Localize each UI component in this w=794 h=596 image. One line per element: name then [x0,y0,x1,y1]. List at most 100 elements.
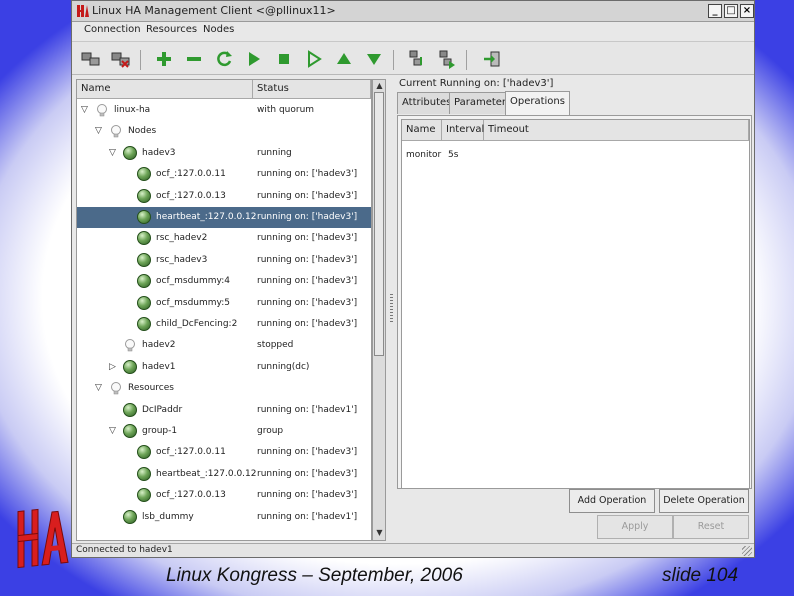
tree-row-status: running on: ['hadev1'] [257,511,358,522]
ops-header-name[interactable]: Name [402,120,442,141]
tree-row-status: running on: ['hadev3'] [257,169,358,180]
refresh-button[interactable] [213,48,235,70]
expander-open-icon[interactable]: ▽ [95,383,105,393]
tree-row-name: rsc_hadev2 [156,233,208,244]
exit-icon [484,51,500,67]
tree-row[interactable]: rsc_hadev3 running on: ['hadev3'] [77,250,371,271]
ops-header-timeout[interactable]: Timeout [484,120,749,141]
expander-open-icon[interactable]: ▽ [109,426,119,436]
tree-row[interactable]: ▽ Nodes [77,121,371,142]
add-button[interactable] [153,48,175,70]
resource-tree[interactable]: Name Status ▽ linux-ha with quorum ▽ Nodes ▽ h… [76,79,372,541]
title-bar[interactable]: Linux HA Management Client <@pllinux11> … [72,1,754,22]
running-status-icon [137,317,151,331]
menu-connection[interactable]: Connection [84,24,141,35]
tree-row[interactable]: ▽ Resources [77,378,371,399]
stop-button[interactable] [273,48,295,70]
tree-row[interactable]: ocf_:127.0.0.13 running on: ['hadev3'] [77,485,371,506]
ops-header-interval[interactable]: Interval [442,120,484,141]
tree-row-name: DcIPaddr [142,404,183,415]
standby-icon [409,50,422,66]
tree-row[interactable]: ocf_msdummy:5 running on: ['hadev3'] [77,293,371,314]
disconnect-button[interactable] [110,48,132,70]
move-down-button[interactable] [363,48,385,70]
lightbulb-icon [111,125,121,138]
maximize-button[interactable]: □ [724,4,738,18]
pane-splitter[interactable] [388,79,396,541]
menu-resources[interactable]: Resources [146,24,197,35]
tree-row[interactable]: ▽ hadev3 running [77,143,371,164]
ha-logo [17,508,69,569]
tree-row-status: running on: ['hadev3'] [257,254,358,265]
tree-row-status: running on: ['hadev3'] [257,297,358,308]
apply-button[interactable]: Apply [597,515,673,539]
status-bar: Connected to hadev1 [72,543,754,557]
expander-open-icon[interactable]: ▽ [81,105,91,115]
tree-row-name: ocf_:127.0.0.13 [156,490,226,501]
scrollbar-thumb[interactable] [374,92,384,356]
tree-row-status: running on: ['hadev3'] [257,212,358,222]
running-status-icon [137,445,151,460]
add-operation-button[interactable]: Add Operation [569,489,655,513]
tree-row-name: group-1 [142,426,178,436]
current-running-label: Current Running on: ['hadev3'] [399,78,554,89]
remove-button[interactable] [183,48,205,70]
toolbar-separator [466,50,467,70]
start-icon [249,52,260,66]
refresh-icon [217,51,232,67]
menu-nodes[interactable]: Nodes [203,24,234,35]
scroll-down-arrow-icon[interactable]: ▼ [375,528,384,537]
tree-row-name: ocf_msdummy:5 [156,297,230,308]
exit-button[interactable] [481,48,503,70]
resize-grip-icon[interactable] [742,546,752,556]
tree-row[interactable]: ocf_msdummy:4 running on: ['hadev3'] [77,271,371,292]
tree-row-name: ocf_:127.0.0.13 [156,190,226,201]
running-status-icon [123,509,137,524]
toolbar-separator [393,50,394,70]
expander-open-icon[interactable]: ▽ [109,148,119,158]
delete-operation-button[interactable]: Delete Operation [659,489,749,513]
ops-cell-interval[interactable]: 5s [448,150,458,160]
close-button[interactable]: × [740,4,754,18]
tree-row[interactable]: ▽ group-1 group [77,421,371,442]
tree-row-status: running on: ['hadev1'] [257,404,358,415]
menu-bar: Connection Resources Nodes [72,22,754,41]
tree-row-name: heartbeat_:127.0.0.12 [156,212,257,222]
tree-row-name: hadev2 [142,340,176,351]
start-button[interactable] [243,48,265,70]
tree-row[interactable]: lsb_dummy running on: ['hadev1'] [77,507,371,528]
expander-closed-icon[interactable]: ▷ [109,362,119,372]
minimize-button[interactable]: _ [708,4,722,18]
tree-header-name[interactable]: Name [77,80,253,99]
window-title: Linux HA Management Client <@pllinux11> [92,4,336,17]
tab-attributes[interactable]: Attributes [397,92,457,114]
tree-row[interactable]: ocf_:127.0.0.11 running on: ['hadev3'] [77,442,371,463]
tree-scrollbar[interactable]: ▲ ▼ [372,79,386,541]
tree-row[interactable]: heartbeat_:127.0.0.12 running on: ['hadev… [77,207,371,228]
tab-operations[interactable]: Operations [505,91,570,115]
tree-row-name: rsc_hadev3 [156,254,208,265]
tree-row[interactable]: ▽ linux-ha with quorum [77,100,371,121]
running-status-icon [137,167,151,182]
standby-button[interactable] [406,48,428,70]
expander-open-icon[interactable]: ▽ [95,126,105,136]
tree-row[interactable]: ocf_:127.0.0.13 running on: ['hadev3'] [77,186,371,207]
connect-button[interactable] [80,48,102,70]
tree-row[interactable]: ▷ hadev1 running(dc) [77,357,371,378]
tree-row[interactable]: DcIPaddr running on: ['hadev1'] [77,400,371,421]
tree-header-status[interactable]: Status [253,80,371,99]
tree-row[interactable]: ocf_:127.0.0.11 running on: ['hadev3'] [77,164,371,185]
splitter-grip-icon [390,294,393,324]
tree-row-status: with quorum [257,105,315,115]
operations-table[interactable]: Name Interval Timeout monitor 5s [401,119,750,489]
active-button[interactable] [436,48,458,70]
tree-row[interactable]: heartbeat_:127.0.0.12 running on: ['hadev… [77,464,371,485]
scroll-up-arrow-icon[interactable]: ▲ [375,81,384,90]
move-up-button[interactable] [333,48,355,70]
ops-cell-name[interactable]: monitor [406,150,441,160]
tree-row[interactable]: hadev2 stopped [77,335,371,356]
reset-button[interactable]: Reset [673,515,749,539]
default-button[interactable] [303,48,325,70]
tree-row[interactable]: rsc_hadev2 running on: ['hadev3'] [77,228,371,249]
tree-row[interactable]: child_DcFencing:2 running on: ['hadev3'] [77,314,371,335]
